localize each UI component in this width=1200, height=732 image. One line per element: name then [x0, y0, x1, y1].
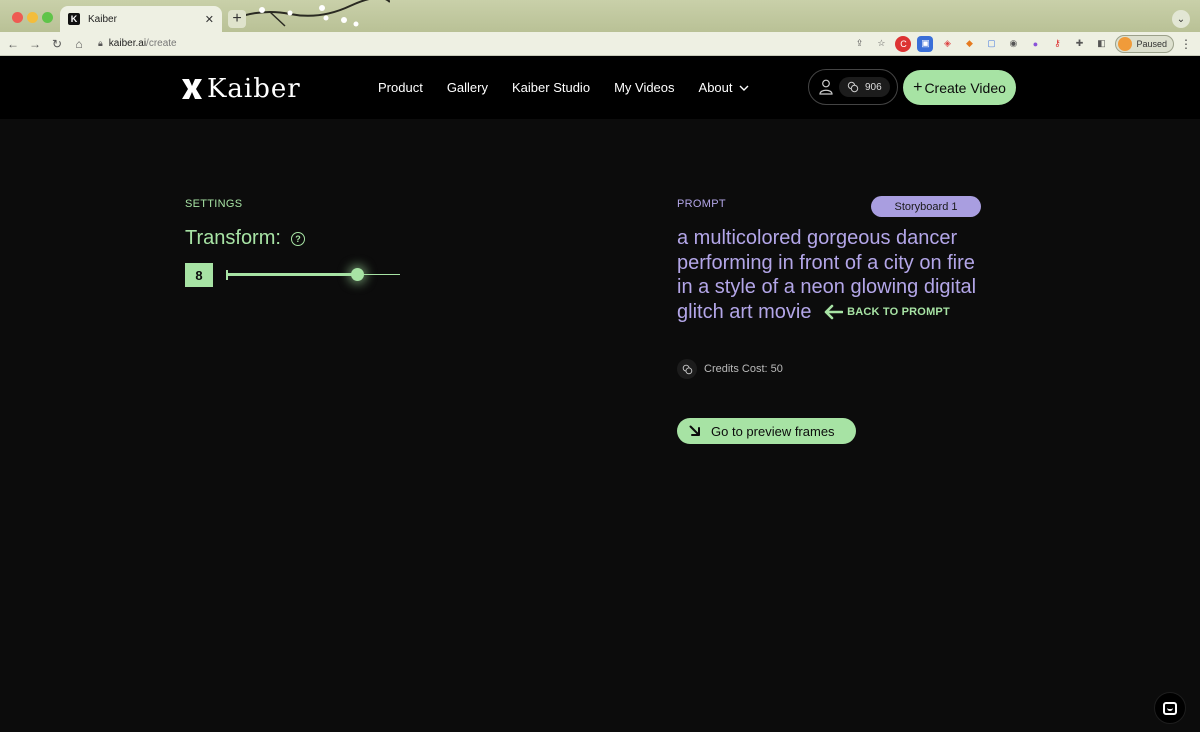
nav-about[interactable]: About: [699, 80, 749, 95]
site-header: Kaiber Product Gallery Kaiber Studio My …: [0, 56, 1200, 119]
profile-avatar: [1118, 36, 1133, 51]
slider-thumb[interactable]: [351, 268, 364, 281]
back-to-prompt-label: BACK TO PROMPT: [847, 305, 950, 318]
back-arrow-icon[interactable]: ←: [2, 37, 24, 51]
credit-balance: 906: [839, 77, 890, 97]
coins-icon: [677, 359, 697, 379]
extension-purple-icon[interactable]: ●: [1027, 36, 1043, 52]
storyboard-badge[interactable]: Storyboard 1: [871, 196, 981, 217]
arrow-left-icon: [824, 304, 844, 320]
settings-section-label: SETTINGS: [185, 198, 243, 210]
metamask-fox-icon[interactable]: ◆: [961, 36, 977, 52]
kaiber-logo-mark-icon: [182, 79, 202, 99]
logo-wordmark: Kaiber: [207, 74, 301, 104]
url-host: kaiber.ai: [108, 38, 147, 49]
url-path: /create: [146, 38, 177, 49]
profile-status: Paused: [1136, 38, 1167, 49]
credits-cost-row: Credits Cost: 50: [677, 359, 783, 379]
plus-icon: +: [913, 78, 923, 96]
back-to-prompt-link[interactable]: BACK TO PROMPT: [823, 300, 950, 325]
share-icon[interactable]: ⇪: [851, 36, 867, 52]
chevron-down-icon: [739, 85, 749, 91]
preview-button-label: Go to preview frames: [711, 423, 835, 439]
extensions-bar: ⇪ ☆ C ▣ ◈ ◆ ▢ ◉ ● ⚷ ✚ ◧: [851, 35, 1109, 52]
create-video-button[interactable]: + Create Video: [903, 70, 1016, 105]
extension-key-icon[interactable]: ⚷: [1049, 36, 1065, 52]
transform-label: Transform:: [185, 227, 281, 249]
extensions-puzzle-icon[interactable]: ✚: [1071, 36, 1087, 52]
close-window-button[interactable]: [12, 12, 23, 23]
arrow-down-right-icon: [689, 425, 700, 436]
go-to-preview-frames-button[interactable]: Go to preview frames: [677, 418, 856, 444]
browser-tab-bar: K Kaiber ✕ + ⌄: [0, 0, 1200, 32]
address-bar[interactable]: 🔒︎ kaiber.ai /create: [98, 38, 851, 49]
account-credits-pill[interactable]: 906: [808, 69, 898, 105]
transform-heading: Transform: ?: [185, 227, 305, 250]
browser-tab-active[interactable]: K Kaiber ✕: [60, 6, 222, 32]
lock-icon: 🔒︎: [98, 38, 103, 48]
create-video-label: Create Video: [924, 79, 1006, 96]
sidepanel-icon[interactable]: ◧: [1093, 36, 1109, 52]
extension-face-icon[interactable]: ◉: [1005, 36, 1021, 52]
forward-arrow-icon[interactable]: →: [24, 37, 46, 51]
new-tab-button[interactable]: +: [228, 10, 246, 28]
help-question-icon[interactable]: ?: [290, 231, 305, 246]
slider-fill: [226, 273, 357, 276]
extension-square-icon[interactable]: ▢: [983, 36, 999, 52]
nav-gallery[interactable]: Gallery: [447, 80, 488, 95]
tab-search-chevron-icon[interactable]: ⌄: [1172, 10, 1190, 28]
support-chat-button[interactable]: [1154, 692, 1186, 724]
coins-icon: [847, 81, 859, 93]
profile-button[interactable]: Paused: [1115, 34, 1174, 53]
extension-blue-icon[interactable]: ▣: [917, 35, 934, 52]
minimize-window-button[interactable]: [27, 12, 38, 23]
nav-kaiber-studio[interactable]: Kaiber Studio: [512, 80, 590, 95]
prompt-section-label: PROMPT: [677, 198, 726, 210]
transform-slider[interactable]: [226, 267, 400, 283]
chat-icon: [1163, 701, 1177, 715]
tab-close-icon[interactable]: ✕: [205, 13, 214, 26]
kaiber-favicon-icon: K: [68, 13, 80, 25]
extension-shield-icon[interactable]: ◈: [939, 36, 955, 52]
maximize-window-button[interactable]: [42, 12, 53, 23]
nav-product[interactable]: Product: [378, 80, 423, 95]
credit-count: 906: [865, 81, 882, 93]
nav-about-label: About: [698, 80, 733, 95]
main-nav: Product Gallery Kaiber Studio My Videos …: [378, 80, 749, 95]
reload-icon[interactable]: ↻: [46, 37, 68, 51]
prompt-text-block: a multicolored gorgeous dancer performin…: [677, 226, 987, 324]
transform-value-box[interactable]: 8: [185, 263, 213, 287]
browser-menu-icon[interactable]: ⋮: [1180, 37, 1192, 51]
kaiber-logo[interactable]: Kaiber: [181, 76, 301, 102]
home-icon[interactable]: ⌂: [68, 37, 90, 51]
bookmark-star-icon[interactable]: ☆: [873, 36, 889, 52]
user-icon: [819, 79, 833, 95]
credits-cost-text: Credits Cost: 50: [704, 363, 783, 375]
browser-toolbar: ← → ↻ ⌂ 🔒︎ kaiber.ai /create ⇪ ☆ C ▣ ◈ ◆…: [0, 32, 1200, 56]
theme-blossom-decoration: [230, 0, 390, 27]
extension-red-icon[interactable]: C: [895, 35, 912, 52]
nav-my-videos[interactable]: My Videos: [614, 80, 674, 95]
tab-title: Kaiber: [88, 13, 117, 25]
